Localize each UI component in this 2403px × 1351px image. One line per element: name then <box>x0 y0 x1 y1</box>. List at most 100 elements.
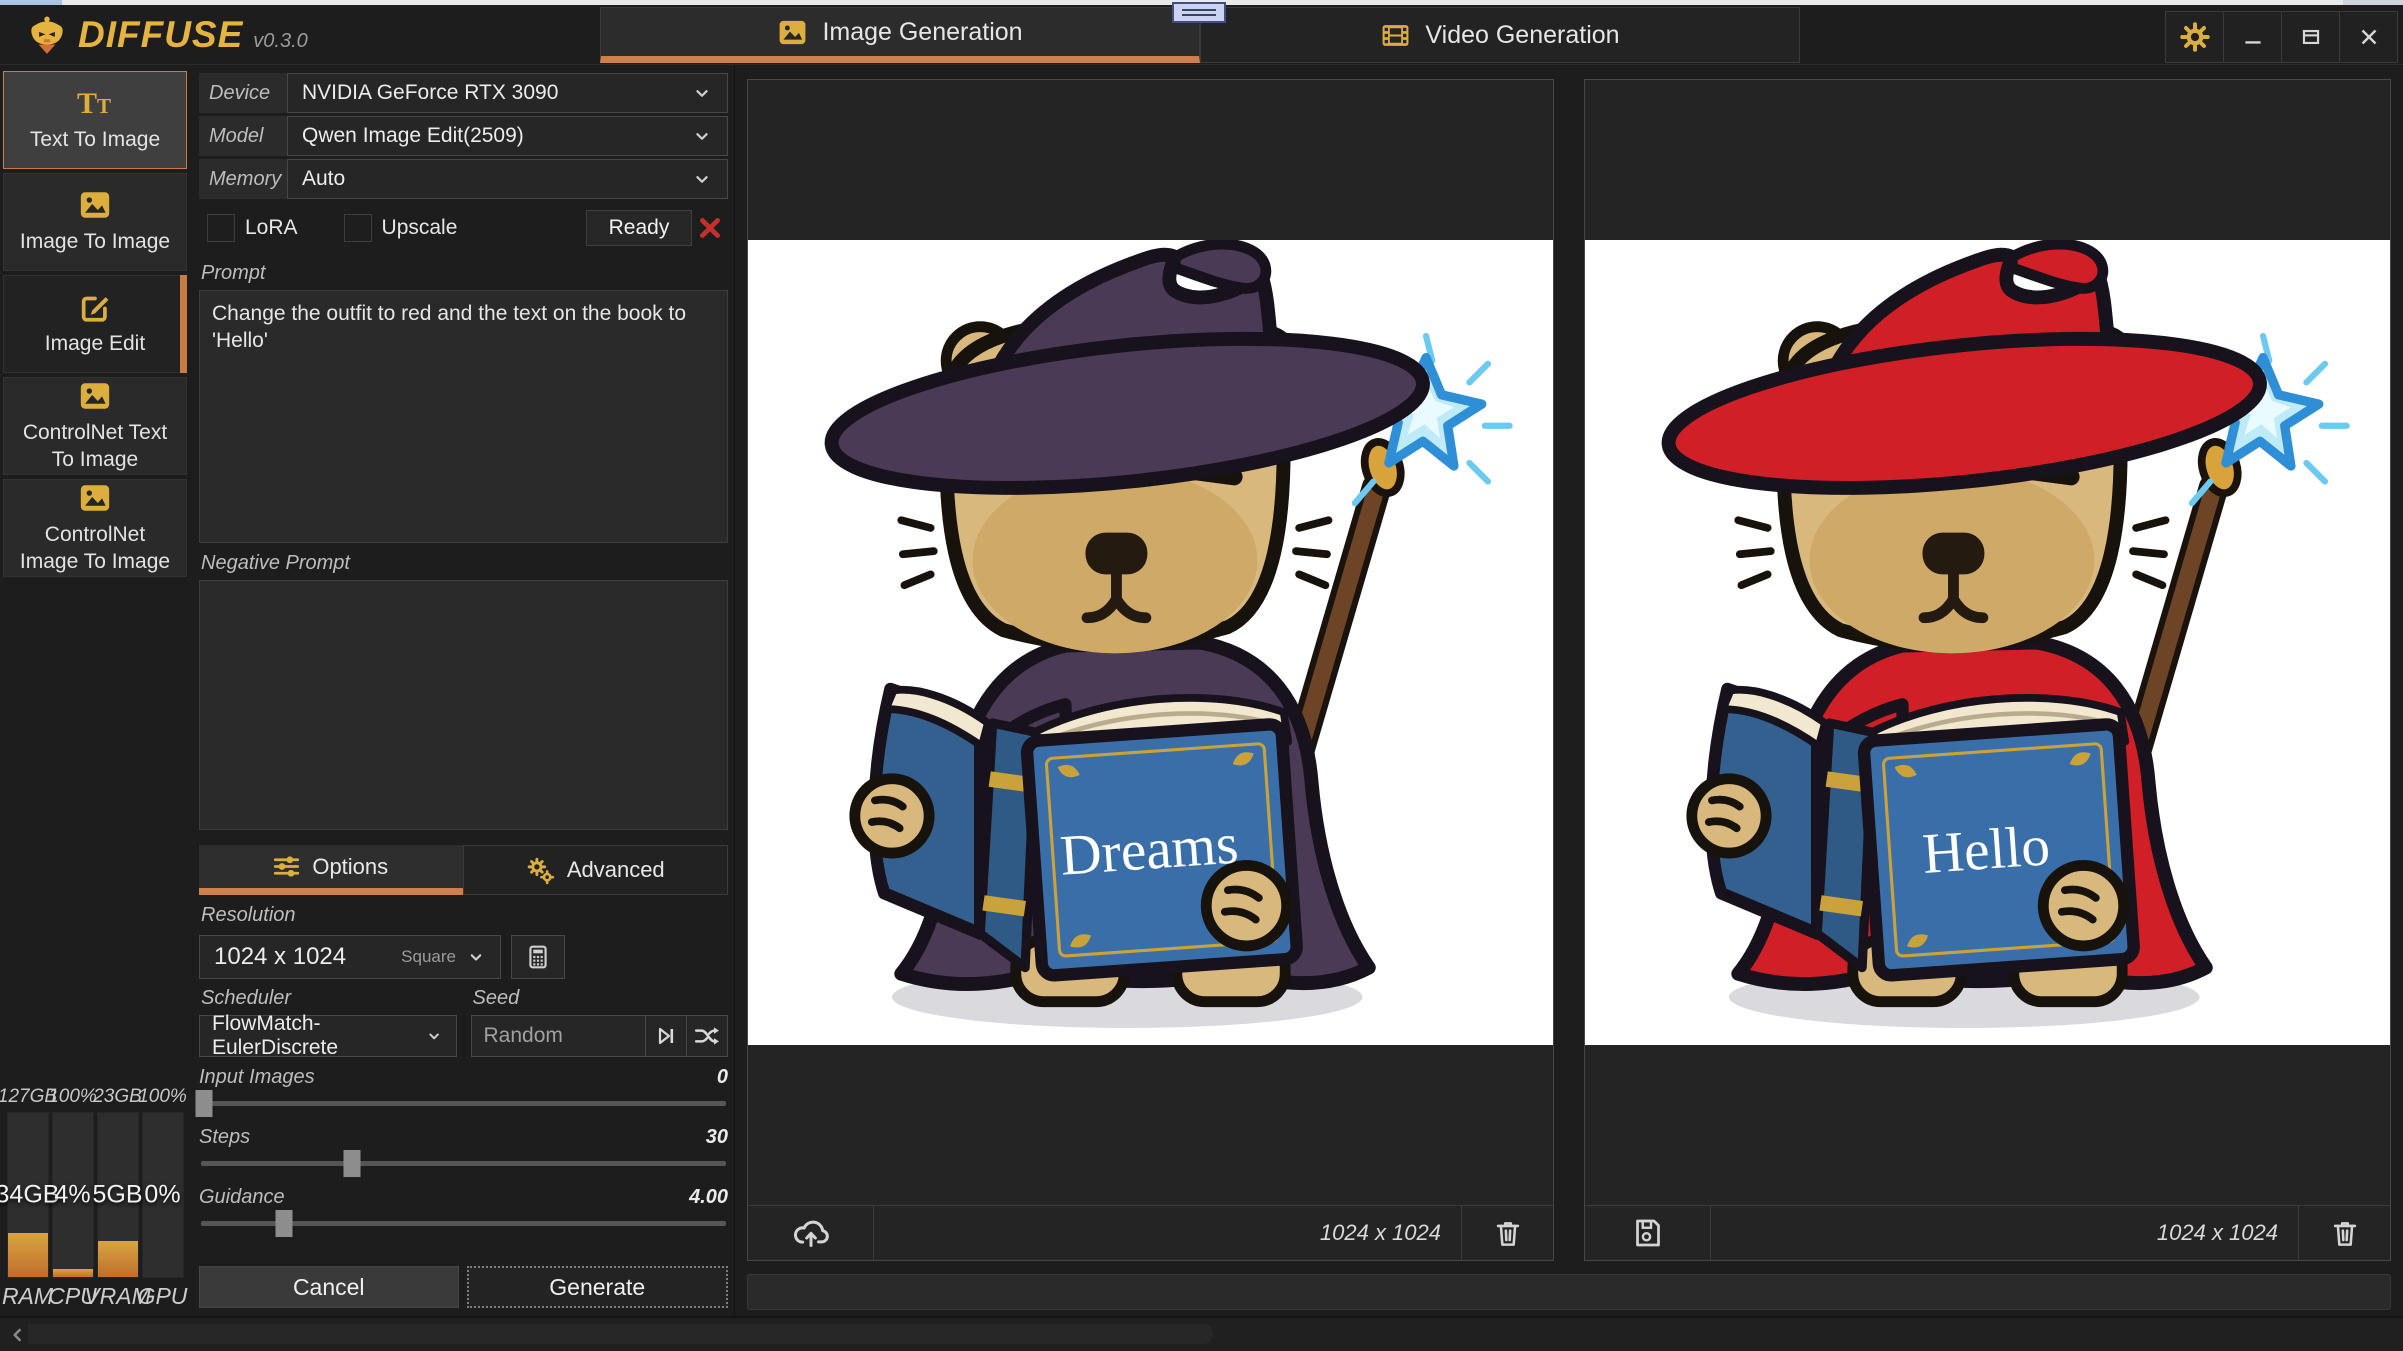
close-button[interactable] <box>2339 11 2398 63</box>
collapse-panel-button[interactable] <box>0 1318 44 1351</box>
clear-output-image-button[interactable] <box>2298 1206 2390 1260</box>
resolution-select[interactable]: 1024 x 1024 Square <box>199 935 501 979</box>
output-image: Hello <box>1585 240 2390 1045</box>
resolution-calculator-button[interactable] <box>511 935 565 979</box>
upload-icon <box>791 1213 831 1253</box>
red-x-icon <box>697 215 723 241</box>
tab-options[interactable]: Options <box>199 845 463 895</box>
guidance-slider-block: Guidance 4.00 <box>199 1186 728 1237</box>
status-badge: Ready <box>586 210 692 246</box>
app-logo: DIFFUSE v0.3.0 <box>26 14 308 56</box>
maximize-button[interactable] <box>2281 11 2340 63</box>
generation-progress-bar <box>747 1274 2391 1310</box>
guidance-slider[interactable] <box>199 1210 728 1237</box>
prompt-input[interactable]: Change the outfit to red and the text on… <box>199 290 728 543</box>
minimize-button[interactable] <box>2223 11 2282 63</box>
image-icon <box>78 481 112 515</box>
sliders-icon <box>273 853 300 880</box>
maximize-icon <box>2298 24 2324 50</box>
system-monitors: 127GB 34GB RAM 100% 4% CPU 23G <box>3 1086 187 1314</box>
output-image-canvas[interactable]: Hello <box>1585 80 2390 1205</box>
settings-button[interactable] <box>2165 11 2224 63</box>
memory-select[interactable]: Auto <box>287 159 728 199</box>
sidebar-item-text-to-image[interactable]: T T Text To Image <box>3 71 187 169</box>
book-title-text: Dreams <box>1058 812 1240 887</box>
monitor-fill <box>53 1269 93 1277</box>
input-image-canvas[interactable]: Dreams <box>748 80 1553 1205</box>
scheduler-label: Scheduler <box>201 987 457 1010</box>
scheduler-select[interactable]: FlowMatch-EulerDiscrete <box>199 1015 457 1057</box>
input-images-slider[interactable] <box>199 1090 728 1117</box>
minimize-icon <box>2240 24 2266 50</box>
monitor-max: 23GB <box>93 1086 142 1112</box>
output-image-toolbar: 1024 x 1024 <box>1585 1205 2390 1260</box>
cancel-button[interactable]: Cancel <box>199 1266 459 1308</box>
tab-image-generation[interactable]: Image Generation <box>600 7 1200 63</box>
status-bar <box>0 1316 2403 1351</box>
steps-label: Steps <box>199 1126 250 1149</box>
options-tabbar: Options <box>199 845 728 895</box>
tab-advanced[interactable]: Advanced <box>463 845 729 895</box>
sidebar-item-controlnet-image-to-image[interactable]: ControlNet Image To Image <box>3 479 187 577</box>
lora-checkbox[interactable] <box>207 214 235 242</box>
app-window: DIFFUSE v0.3.0 Image Generation <box>0 0 2403 1351</box>
trash-icon <box>1491 1216 1525 1250</box>
chevron-left-icon <box>8 1325 28 1345</box>
unload-model-button[interactable] <box>692 211 728 245</box>
chevron-down-icon <box>691 125 713 147</box>
slider-track <box>201 1101 726 1106</box>
book-title-text: Hello <box>1921 814 2052 886</box>
calculator-icon <box>525 944 551 970</box>
chevron-down-icon <box>691 168 713 190</box>
trash-icon <box>2328 1216 2362 1250</box>
monitor-value: 34GB <box>0 1181 59 1210</box>
device-select[interactable]: NVIDIA GeForce RTX 3090 <box>287 73 728 113</box>
tab-splitter-handle[interactable] <box>1172 2 1226 23</box>
upload-image-button[interactable] <box>748 1206 874 1260</box>
chevron-down-icon <box>691 82 713 104</box>
tab-label: Video Generation <box>1425 21 1619 50</box>
negative-prompt-input[interactable] <box>199 580 728 830</box>
monitor-max: 100% <box>48 1086 97 1112</box>
tab-video-generation[interactable]: Video Generation <box>1200 7 1800 63</box>
sidebar-item-image-edit[interactable]: Image Edit <box>3 275 187 373</box>
upscale-label: Upscale <box>382 216 458 240</box>
guidance-label: Guidance <box>199 1186 285 1209</box>
negative-prompt-label: Negative Prompt <box>201 552 728 575</box>
slider-thumb[interactable] <box>275 1210 292 1237</box>
memory-label: Memory <box>199 159 287 199</box>
image-icon <box>78 188 112 222</box>
image-size-label: 1024 x 1024 <box>1320 1220 1461 1246</box>
clear-input-image-button[interactable] <box>1461 1206 1553 1260</box>
sidebar: T T Text To Image Image To Image Image <box>0 65 190 1316</box>
generate-button[interactable]: Generate <box>467 1266 729 1308</box>
monitor-bar: 4% <box>52 1112 94 1278</box>
generation-settings-panel: Device NVIDIA GeForce RTX 3090 Model Qwe… <box>190 65 735 1316</box>
svg-text:T: T <box>97 94 111 118</box>
randomize-seed-button[interactable] <box>686 1015 728 1057</box>
input-image-panel: Dreams 1024 x 1024 <box>747 79 1554 1261</box>
sidebar-item-controlnet-text-to-image[interactable]: ControlNet Text To Image <box>3 377 187 475</box>
save-image-button[interactable] <box>1585 1206 1711 1260</box>
input-images-label: Input Images <box>199 1066 315 1089</box>
reuse-last-seed-button[interactable] <box>645 1015 687 1057</box>
image-icon <box>777 17 808 48</box>
seed-input[interactable]: Random <box>471 1015 647 1057</box>
shuffle-icon <box>694 1023 720 1049</box>
slider-thumb[interactable] <box>196 1090 213 1117</box>
save-icon <box>1630 1215 1666 1251</box>
input-image: Dreams <box>748 240 1553 1045</box>
sidebar-item-image-to-image[interactable]: Image To Image <box>3 173 187 271</box>
sidebar-item-label: Image Edit <box>45 331 145 357</box>
tab-label: Options <box>312 854 388 880</box>
seed-label: Seed <box>473 987 729 1010</box>
monitor-value: 5GB <box>92 1181 142 1210</box>
edit-icon <box>78 290 112 324</box>
slider-thumb[interactable] <box>344 1150 361 1177</box>
input-image-toolbar: 1024 x 1024 <box>748 1205 1553 1260</box>
skip-icon <box>654 1024 678 1048</box>
upscale-checkbox[interactable] <box>344 214 372 242</box>
model-select[interactable]: Qwen Image Edit(2509) <box>287 116 728 156</box>
steps-slider[interactable] <box>199 1150 728 1177</box>
mascot-icon <box>26 14 68 56</box>
